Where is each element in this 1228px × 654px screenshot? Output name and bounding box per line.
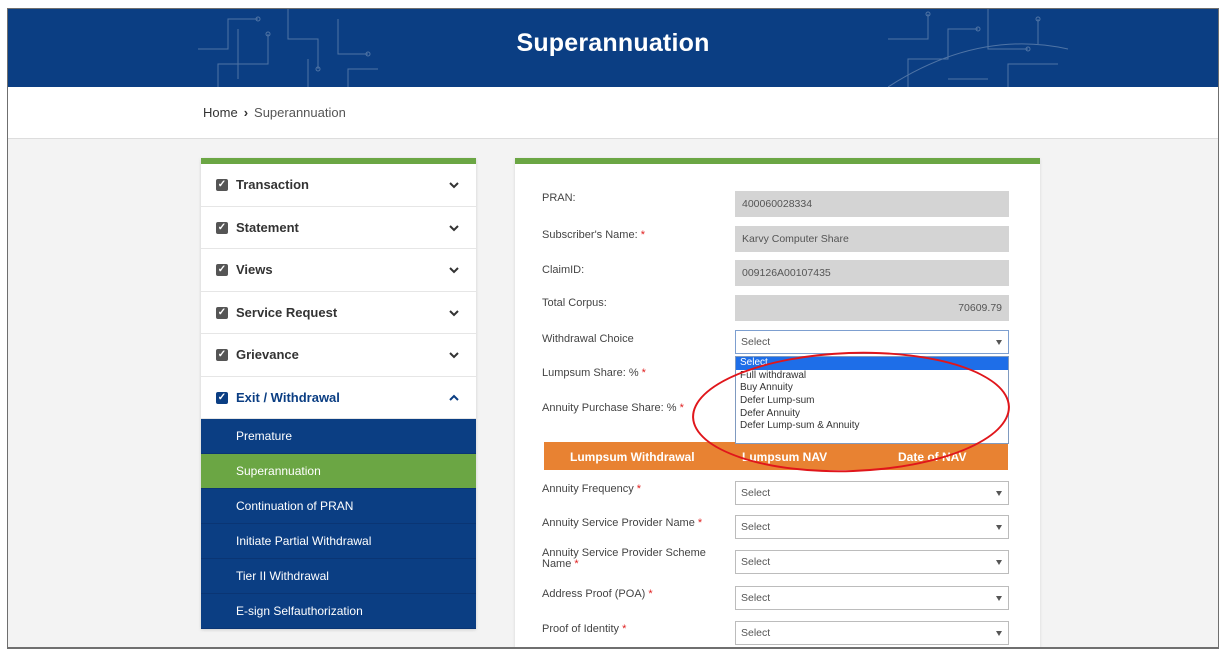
breadcrumb-home[interactable]: Home — [203, 105, 238, 120]
sidebar-item-service-request[interactable]: ✓ Service Request — [201, 292, 476, 334]
column-lumpsum-withdrawal: Lumpsum Withdrawal — [570, 450, 695, 464]
breadcrumb: Home › Superannuation — [203, 105, 346, 120]
dropdown-arrow-icon — [996, 525, 1002, 530]
dropdown-arrow-icon — [996, 631, 1002, 636]
option-full-withdrawal[interactable]: Full withdrawal — [736, 370, 1008, 383]
pran-label: PRAN: — [542, 192, 576, 204]
chevron-down-icon — [449, 309, 459, 316]
column-lumpsum-nav: Lumpsum NAV — [742, 450, 828, 464]
asp-name-select[interactable]: Select — [735, 515, 1009, 539]
breadcrumb-bar: Home › Superannuation — [8, 87, 1218, 139]
annuity-purchase-share-label: Annuity Purchase Share: % * — [542, 402, 684, 414]
asp-name-label: Annuity Service Provider Name * — [542, 517, 703, 529]
option-defer-lump-sum[interactable]: Defer Lump-sum — [736, 395, 1008, 408]
column-date-of-nav: Date of NAV — [898, 450, 967, 464]
proof-of-identity-label: Proof of Identity * — [542, 623, 627, 635]
pran-field: 400060028334 — [735, 191, 1009, 217]
asp-scheme-name-select[interactable]: Select — [735, 550, 1009, 574]
claim-id-label: ClaimID: — [542, 264, 585, 276]
option-defer-lump-sum-and-annuity[interactable]: Defer Lump-sum & Annuity — [736, 420, 1008, 433]
sidebar-item-label: Transaction — [236, 177, 309, 192]
sidebar-item-grievance[interactable]: ✓ Grievance — [201, 334, 476, 377]
option-select[interactable]: Select — [736, 357, 1008, 370]
sidebar-item-statement[interactable]: ✓ Statement — [201, 207, 476, 249]
submenu-item-tier-ii-withdrawal[interactable]: Tier II Withdrawal — [201, 559, 476, 594]
checkbox-icon: ✓ — [216, 349, 228, 361]
option-defer-annuity[interactable]: Defer Annuity — [736, 408, 1008, 421]
sidebar-item-views[interactable]: ✓ Views — [201, 249, 476, 292]
sidebar-item-label: Statement — [236, 219, 299, 235]
subscriber-name-field: Karvy Computer Share — [735, 226, 1009, 252]
page-header: Superannuation — [8, 9, 1218, 87]
asp-scheme-name-label: Annuity Service Provider Scheme Name * — [542, 547, 706, 570]
chevron-up-icon — [449, 394, 459, 401]
lumpsum-table-header: Lumpsum Withdrawal Lumpsum NAV Date of N… — [544, 442, 1008, 470]
withdrawal-choice-label: Withdrawal Choice — [542, 333, 634, 345]
checkbox-icon: ✓ — [216, 264, 228, 276]
chevron-down-icon — [449, 224, 459, 231]
browser-frame: Superannuation Home › Superannuation ✓ Tra… — [7, 8, 1219, 649]
withdrawal-choice-options: Select Full withdrawal Buy Annuity Defer… — [735, 356, 1009, 444]
sidebar-menu: ✓ Transaction ✓ Statement ✓ Views ✓ Serv… — [201, 158, 476, 629]
submenu-item-continuation-of-pran[interactable]: Continuation of PRAN — [201, 489, 476, 524]
dropdown-arrow-icon — [996, 596, 1002, 601]
dropdown-arrow-icon — [996, 560, 1002, 565]
dropdown-arrow-icon — [996, 491, 1002, 496]
breadcrumb-separator-icon: › — [243, 105, 249, 120]
address-proof-label: Address Proof (POA) * — [542, 588, 653, 600]
checkbox-icon: ✓ — [216, 391, 228, 404]
checkbox-icon: ✓ — [216, 221, 228, 234]
annuity-frequency-select[interactable]: Select — [735, 481, 1009, 505]
page-title: Superannuation — [516, 29, 710, 57]
annuity-frequency-label: Annuity Frequency * — [542, 483, 642, 495]
sidebar-item-label: Views — [236, 262, 273, 277]
proof-of-identity-select[interactable]: Select — [735, 621, 1009, 645]
option-buy-annuity[interactable]: Buy Annuity — [736, 382, 1008, 395]
chevron-down-icon — [449, 267, 459, 274]
total-corpus-label: Total Corpus: — [542, 297, 607, 309]
submenu-item-superannuation[interactable]: Superannuation — [201, 454, 476, 489]
withdrawal-choice-select[interactable]: Select — [735, 330, 1009, 354]
chevron-down-icon — [449, 352, 459, 359]
chevron-down-icon — [449, 182, 459, 189]
checkbox-icon: ✓ — [216, 179, 228, 191]
sidebar-item-label: Grievance — [236, 347, 299, 362]
breadcrumb-current: Superannuation — [254, 105, 346, 120]
sidebar-item-transaction[interactable]: ✓ Transaction — [201, 164, 476, 207]
sidebar-item-label: Exit / Withdrawal — [236, 389, 340, 405]
sidebar-item-label: Service Request — [236, 304, 338, 320]
dropdown-arrow-icon — [996, 340, 1002, 345]
checkbox-icon: ✓ — [216, 306, 228, 319]
address-proof-select[interactable]: Select — [735, 586, 1009, 610]
total-corpus-field: 70609.79 — [735, 295, 1009, 321]
submenu-item-esign-selfauthorization[interactable]: E-sign Selfauthorization — [201, 594, 476, 629]
claim-id-field: 009126A00107435 — [735, 260, 1009, 286]
subscriber-name-label: Subscriber's Name: * — [542, 229, 645, 241]
lumpsum-share-label: Lumpsum Share: % * — [542, 367, 646, 379]
sidebar-item-exit-withdrawal[interactable]: ✓ Exit / Withdrawal — [201, 377, 476, 419]
submenu-item-initiate-partial-withdrawal[interactable]: Initiate Partial Withdrawal — [201, 524, 476, 559]
submenu-item-premature[interactable]: Premature — [201, 419, 476, 454]
